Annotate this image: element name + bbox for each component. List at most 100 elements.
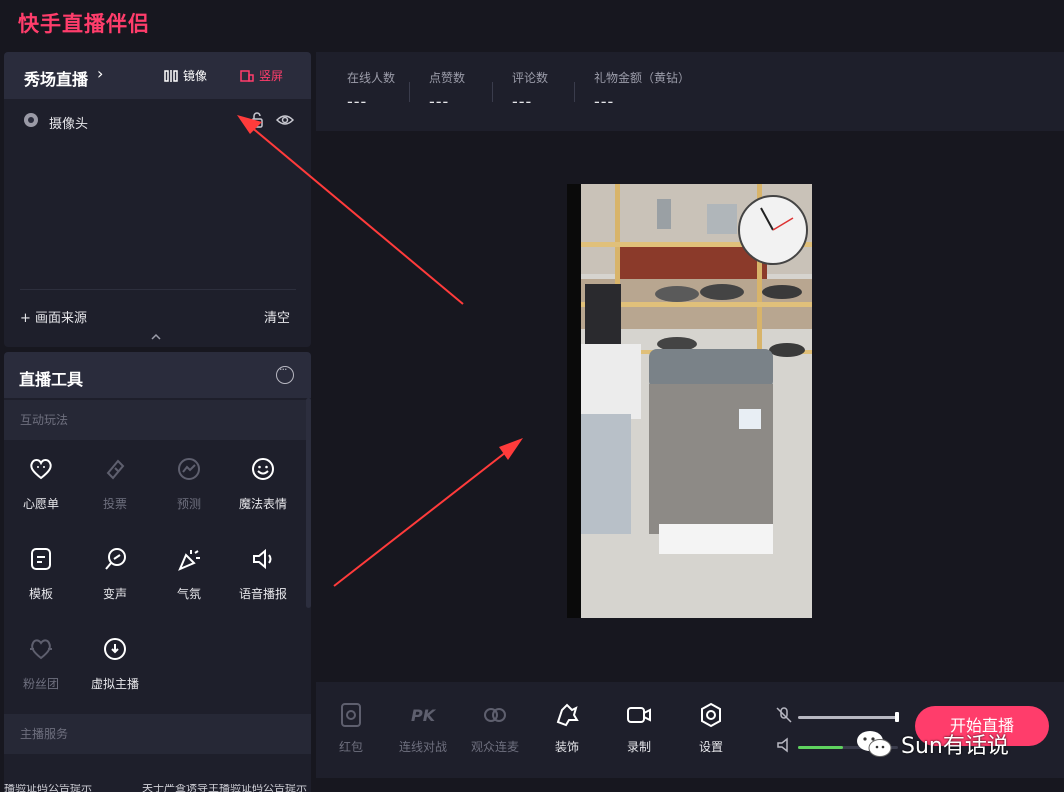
live-companion-app: 快手直播伴侣 秀场直播 › 镜像 竖屏 摄像头 + 画面来源 清空 直播工具 ·…: [0, 0, 1064, 792]
vote-icon: [106, 459, 125, 480]
tool-label: 心愿单: [22, 497, 59, 511]
fan-club-icon: [30, 639, 52, 660]
tool-label: 粉丝团: [22, 677, 59, 691]
vertical-screen-label: 竖屏: [259, 69, 284, 83]
divider: [574, 82, 575, 102]
add-source-button[interactable]: + 画面来源: [20, 307, 87, 326]
tool-template[interactable]: 模板: [4, 547, 78, 602]
tool-voice-change[interactable]: 变声: [78, 547, 152, 602]
section-interactive: 互动玩法: [4, 400, 311, 440]
divider: [20, 289, 296, 290]
watermark: Sun有话说: [855, 726, 1055, 762]
app-title: 快手直播伴侣: [18, 12, 150, 36]
voice-broadcast-icon: [253, 548, 272, 570]
stat-value: ---: [347, 92, 368, 111]
stat-value: ---: [512, 92, 533, 111]
stat-value: ---: [594, 92, 615, 111]
tool-wishlist[interactable]: 心愿单: [4, 457, 78, 512]
pk-icon: PK: [411, 706, 437, 725]
stats-bar: 在线人数 --- 点赞数 --- 评论数 --- 礼物金额（黄钻） ---: [316, 52, 1064, 131]
watermark-text: Sun有话说: [901, 734, 1009, 759]
audience-link-button[interactable]: 观众连麦: [465, 702, 525, 755]
divider: [409, 82, 410, 102]
footer-notice-2[interactable]: 关于严查诱导主播验证码公告提示: [142, 784, 307, 792]
button-label: 连线对战: [398, 740, 447, 754]
tool-label: 虚拟主播: [90, 677, 139, 691]
tool-predict[interactable]: 预测: [152, 457, 226, 512]
footer-notices: 播验证码公告提示 关于严查诱导主播验证码公告提示: [0, 784, 1064, 792]
red-packet-button[interactable]: 红包: [321, 702, 381, 755]
unlock-icon[interactable]: [250, 112, 264, 128]
pk-battle-button[interactable]: PK 连线对战: [393, 702, 453, 755]
preview-left-bar: [567, 184, 581, 618]
source-item-label: 摄像头: [49, 117, 89, 132]
eye-icon[interactable]: [276, 112, 294, 128]
record-button[interactable]: 录制: [609, 702, 669, 755]
scene-title[interactable]: 秀场直播: [24, 66, 88, 90]
camera-icon: [24, 113, 38, 127]
button-label: 观众连麦: [470, 740, 519, 754]
stat-label: 在线人数: [347, 71, 396, 85]
stat-label: 评论数: [512, 71, 549, 85]
wechat-icon: [857, 731, 892, 757]
tool-virtual-host[interactable]: 虚拟主播: [78, 637, 152, 692]
mirror-label: 镜像: [183, 69, 208, 83]
live-tools-panel: 直播工具 互动玩法 心愿单 投票 预测 魔法表情 模板 变声: [4, 352, 311, 792]
tool-label: 投票: [102, 497, 127, 511]
wishlist-icon: [30, 459, 52, 480]
camera-feed-image: [567, 184, 812, 618]
more-icon[interactable]: [276, 363, 294, 384]
footer-notice-1[interactable]: 播验证码公告提示: [4, 784, 92, 792]
section-service: 主播服务: [4, 714, 311, 754]
mic-volume-slider[interactable]: [798, 716, 898, 719]
chevron-up-icon[interactable]: [150, 331, 162, 343]
vertical-screen-icon: [240, 69, 254, 82]
speaker-volume-fill: [798, 746, 843, 749]
tool-vote[interactable]: 投票: [78, 457, 152, 512]
tool-label: 模板: [28, 587, 53, 601]
stat-label: 礼物金额（黄钻）: [594, 71, 691, 85]
audience-link-icon: [484, 708, 506, 722]
decoration-button[interactable]: 装饰: [537, 702, 597, 755]
voice-change-icon: [105, 548, 126, 570]
stat-value: ---: [429, 92, 450, 111]
vertical-screen-button[interactable]: 竖屏: [240, 67, 283, 84]
arrow-to-preview: [333, 438, 523, 587]
tool-voice-broadcast[interactable]: 语音播报: [226, 547, 300, 602]
camera-preview[interactable]: [567, 184, 812, 618]
divider: [492, 82, 493, 102]
button-label: 录制: [626, 740, 651, 754]
tools-title: 直播工具: [19, 370, 84, 389]
virtual-host-icon: [104, 638, 126, 660]
atmosphere-icon: [178, 550, 200, 571]
tool-fan-club[interactable]: 粉丝团: [4, 637, 78, 692]
source-panel: 秀场直播 › 镜像 竖屏 摄像头 + 画面来源 清空: [4, 52, 311, 347]
chevron-right-icon[interactable]: ›: [97, 64, 103, 83]
tool-label: 变声: [102, 587, 127, 601]
title-bar: 快手直播伴侣: [0, 0, 1064, 44]
tool-atmosphere[interactable]: 气氛: [152, 547, 226, 602]
mirror-icon: [164, 69, 178, 82]
speaker-icon[interactable]: [775, 736, 793, 754]
decoration-icon: [556, 703, 579, 727]
settings-icon: [701, 702, 721, 728]
stat-gift-amount: 礼物金额（黄钻） ---: [594, 69, 690, 111]
button-label: 红包: [338, 740, 363, 754]
mic-volume-handle[interactable]: [895, 712, 899, 722]
tool-label: 语音播报: [238, 587, 287, 601]
tools-scrollbar[interactable]: [306, 398, 311, 608]
source-item-camera[interactable]: 摄像头: [4, 108, 311, 134]
predict-icon: [178, 458, 200, 480]
button-label: 设置: [698, 740, 723, 754]
stat-label: 点赞数: [429, 71, 466, 85]
svg-text:PK: PK: [411, 706, 437, 725]
mic-muted-icon[interactable]: [775, 706, 793, 724]
clear-button[interactable]: 清空: [264, 307, 290, 326]
tool-label: 预测: [176, 497, 201, 511]
stat-likes: 点赞数 ---: [429, 69, 465, 111]
settings-button[interactable]: 设置: [681, 702, 741, 755]
tool-magic-emoji[interactable]: 魔法表情: [226, 457, 300, 512]
mirror-button[interactable]: 镜像: [164, 67, 207, 84]
tool-label: 魔法表情: [238, 497, 287, 511]
record-icon: [627, 707, 651, 723]
